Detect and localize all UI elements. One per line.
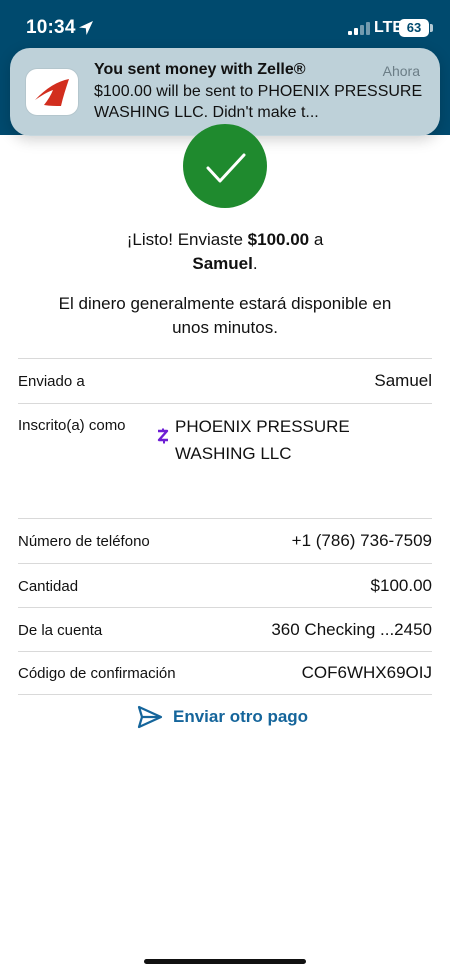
battery-tip xyxy=(430,24,433,32)
success-recipient: Samuel xyxy=(192,254,253,273)
success-amount: $100.00 xyxy=(247,230,310,249)
detail-value: +1 (786) 736-7509 xyxy=(291,531,432,550)
detail-row-sent-to: Enviado a Samuel xyxy=(18,358,432,403)
notification-body: $100.00 will be sent to PHOENIX PRESSURE… xyxy=(94,83,423,121)
location-arrow-icon xyxy=(79,21,93,35)
detail-label: Número de teléfono xyxy=(18,533,150,550)
detail-label: Enviado a xyxy=(18,373,85,390)
availability-message: El dinero generalmente estará disponible… xyxy=(58,294,392,337)
cellular-signal-icon xyxy=(348,22,370,35)
detail-label: Inscrito(a) como xyxy=(18,417,126,434)
detail-value: Samuel xyxy=(374,371,432,390)
detail-value: PHOENIX PRESSURE WASHING LLC xyxy=(175,417,350,463)
success-message: ¡Listo! Enviaste $100.00 a Samuel. xyxy=(40,228,410,276)
home-indicator[interactable] xyxy=(144,959,306,964)
notification-time: Ahora xyxy=(382,63,420,79)
checkmark-icon xyxy=(206,153,246,183)
status-bar: 10:34 LTE 63 xyxy=(0,0,450,48)
zelle-icon xyxy=(157,428,169,444)
detail-row-confirmation-code: Código de confirmación COF6WHX69OIJ xyxy=(18,651,432,695)
send-another-payment-button[interactable]: Enviar otro pago xyxy=(137,704,308,730)
detail-row-phone: Número de teléfono +1 (786) 736-7509 xyxy=(18,518,432,563)
push-notification[interactable]: You sent money with Zelle® Ahora $100.00… xyxy=(10,48,440,136)
detail-label: De la cuenta xyxy=(18,622,103,639)
success-badge xyxy=(183,124,267,208)
detail-value: 360 Checking ...2450 xyxy=(271,620,432,639)
notification-title: You sent money with Zelle® xyxy=(94,61,306,78)
detail-row-from-account: De la cuenta 360 Checking ...2450 xyxy=(18,607,432,651)
detail-value: $100.00 xyxy=(370,576,432,595)
capital-one-app-icon xyxy=(26,69,78,115)
detail-row-enrolled-as: Inscrito(a) como PHOENIX PRESSURE WASHIN… xyxy=(18,403,432,518)
detail-label: Código de confirmación xyxy=(18,665,176,682)
status-time: 10:34 xyxy=(26,17,76,38)
success-middle: a xyxy=(309,230,324,249)
detail-label: Cantidad xyxy=(18,578,79,595)
battery-indicator: 63 xyxy=(399,19,429,37)
paper-plane-icon xyxy=(137,705,163,729)
detail-value: COF6WHX69OIJ xyxy=(301,663,432,682)
payment-details: Enviado a Samuel Inscrito(a) como PHOENI… xyxy=(18,358,432,695)
success-prefix: ¡Listo! Enviaste xyxy=(126,230,248,249)
send-another-label: Enviar otro pago xyxy=(173,707,309,726)
detail-row-amount: Cantidad $100.00 xyxy=(18,563,432,607)
success-suffix: . xyxy=(252,254,258,273)
